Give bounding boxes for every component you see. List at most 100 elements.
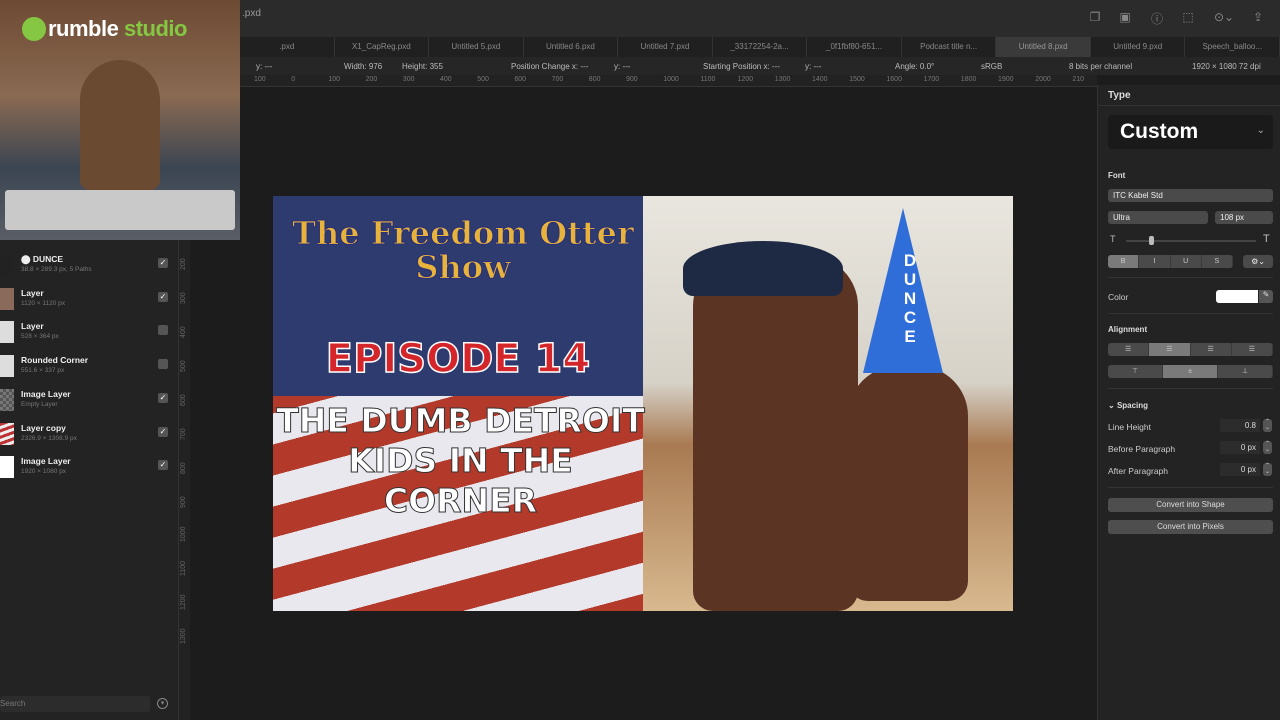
tab[interactable]: Untitled 9.pxd (1091, 37, 1186, 57)
eyedropper-icon[interactable]: ✎ (1259, 290, 1273, 303)
ruler-tick-label: 600 (180, 394, 187, 406)
info-icon[interactable]: ⓘ (1149, 10, 1165, 26)
ruler-tick-label: 1000 (663, 76, 679, 83)
tab[interactable]: .pxd (240, 37, 335, 57)
show-title: The Freedom Otter Show (292, 214, 635, 286)
tab[interactable]: Speech_balloo... (1185, 37, 1280, 57)
align-middle-icon[interactable]: ± (1163, 365, 1218, 378)
ruler-tick-label: 1100 (180, 560, 187, 576)
export-icon[interactable]: ▣ (1117, 10, 1133, 26)
before-paragraph-stepper[interactable]: ⌃ ⌄ (1263, 441, 1272, 454)
ruler-tick-label: 1100 (700, 76, 716, 83)
tab[interactable]: Untitled 7.pxd (618, 37, 713, 57)
tab[interactable]: X1_CapReg.pxd (335, 37, 430, 57)
tab[interactable]: _33172254-2a... (713, 37, 808, 57)
layer-dimensions: 38.8 × 289.3 px, 5 Paths (21, 266, 92, 273)
share-icon[interactable]: ⇪ (1250, 10, 1266, 26)
after-paragraph-input[interactable]: 0 px (1220, 463, 1260, 476)
ruler-tick-label: 1500 (849, 76, 865, 83)
before-paragraph-input[interactable]: 0 px (1220, 441, 1260, 454)
position-change-x: Position Change x: --- (511, 62, 589, 71)
size-slider-thumb[interactable] (1149, 236, 1154, 245)
canvas-image[interactable]: DUNCE The Freedom Otter Show EPISODE 14 … (273, 196, 1013, 611)
text-style-select[interactable]: Custom ⌄ (1108, 115, 1273, 149)
layers-panel: ⬤ DUNCE 38.8 × 289.3 px, 5 Paths ✓ Layer… (0, 240, 178, 720)
layer-row[interactable]: Layer copy 2326.9 × 1308.9 px ✓ (0, 419, 178, 453)
line-height-stepper[interactable]: ⌃ ⌄ (1263, 419, 1272, 432)
ruler-tick-label: 100 (254, 76, 266, 83)
tab[interactable]: _0f1fbf80-651... (807, 37, 902, 57)
layer-row[interactable]: Rounded Corner 551.6 × 337 px (0, 351, 178, 385)
font-family-select[interactable]: ITC Kabel Std (1108, 189, 1273, 202)
ruler-tick-label: 0 (291, 76, 296, 83)
line-height-input[interactable]: 0.8 (1220, 419, 1260, 432)
layer-dimensions: 2326.9 × 1308.9 px (21, 434, 77, 442)
after-paragraph-stepper[interactable]: ⌃ ⌄ (1263, 463, 1272, 476)
filter-icon[interactable]: ▾ (157, 698, 168, 709)
ruler-tick-label: 1200 (737, 76, 754, 83)
ruler-tick-label: 400 (440, 76, 452, 83)
layer-visibility-checkbox[interactable]: ✓ (158, 291, 168, 302)
headline-text[interactable]: THE DUMB DETROIT KIDS IN THE CORNER (273, 401, 648, 521)
layer-visibility-checkbox[interactable]: ✓ (158, 426, 168, 437)
underline-button[interactable]: U (1171, 255, 1202, 268)
position-change-y: y: --- (614, 62, 631, 71)
layer-visibility-checkbox[interactable] (158, 359, 168, 370)
align-right-icon[interactable]: ☰ (1191, 343, 1232, 356)
color-label: Color (1108, 292, 1129, 302)
italic-button[interactable]: I (1139, 255, 1171, 268)
otter-host-image (80, 60, 160, 190)
layer-visibility-checkbox[interactable] (158, 325, 168, 336)
ruler-tick-label: 1200 (180, 594, 187, 610)
layer-visibility-checkbox[interactable]: ✓ (158, 460, 168, 471)
align-bottom-icon[interactable]: ⊥ (1218, 365, 1273, 378)
layer-thumbnail (0, 287, 14, 310)
line-height-label: Line Height (1108, 422, 1152, 432)
tab[interactable]: Podcast title n... (902, 37, 997, 57)
layer-name: Image Layer (21, 388, 71, 399)
rotate-icon[interactable]: ⬚ (1180, 10, 1196, 26)
layer-row[interactable]: ⬤ DUNCE 38.8 × 289.3 px, 5 Paths ✓ (0, 250, 178, 284)
align-left-icon[interactable]: ☰ (1108, 343, 1150, 356)
duplicate-icon[interactable]: ❐ (1087, 10, 1103, 26)
strikethrough-button[interactable]: S (1202, 255, 1233, 268)
tab-active[interactable]: Untitled 8.pxd (996, 37, 1091, 57)
text-style-buttons: B I U S (1108, 255, 1233, 268)
ruler-tick-label: 600 (514, 76, 527, 83)
document-title: .pxd (242, 8, 261, 19)
size-slider[interactable] (1126, 240, 1256, 242)
layer-row[interactable]: Layer 528 × 364 px (0, 317, 178, 351)
align-top-icon[interactable]: ⊤ (1108, 365, 1163, 378)
text-options-gear-icon[interactable]: ⚙⌄ (1243, 255, 1273, 268)
ruler-tick-label: 1300 (180, 628, 187, 644)
layer-visibility-checkbox[interactable]: ✓ (158, 258, 168, 268)
tab[interactable]: Untitled 5.pxd (429, 37, 524, 57)
layer-row[interactable]: Image Layer Empty Layer ✓ (0, 385, 178, 419)
align-justify-icon[interactable]: ☰ (1232, 343, 1273, 356)
convert-into-pixels-button[interactable]: Convert into Pixels (1108, 520, 1273, 534)
layer-name: Image Layer (21, 456, 71, 467)
font-size-select[interactable]: 108 px (1215, 211, 1273, 224)
color-swatch[interactable] (1216, 290, 1258, 303)
layer-row[interactable]: Image Layer 1920 × 1080 px ✓ (0, 452, 178, 486)
layer-search-input[interactable]: Search (0, 696, 150, 712)
more-icon[interactable]: ⊙⌄ (1212, 10, 1236, 26)
ruler-tick-label: 2000 (1035, 76, 1051, 83)
spacing-label: Spacing (1116, 401, 1149, 410)
dunce-text: DUNCE (903, 251, 917, 346)
bold-button[interactable]: B (1108, 255, 1140, 268)
spacing-heading[interactable]: ⌄ Spacing (1108, 401, 1148, 410)
webcam-overlay: rumble studio (0, 0, 240, 240)
convert-into-shape-button[interactable]: Convert into Shape (1108, 498, 1273, 512)
small-otter (848, 366, 968, 601)
layer-visibility-checkbox[interactable]: ✓ (158, 392, 168, 403)
ruler-tick-label: 500 (180, 360, 187, 372)
small-text-icon: T (1110, 234, 1116, 244)
align-center-icon[interactable]: ☰ (1149, 343, 1191, 356)
layer-row[interactable]: Layer 1120 × 1120 px ✓ (0, 284, 178, 318)
tab[interactable]: Untitled 6.pxd (524, 37, 619, 57)
font-weight-select[interactable]: Ultra (1108, 211, 1208, 224)
colorspace: sRGB (981, 62, 1003, 71)
width-readout: Width: 976 (344, 62, 383, 71)
height-readout: Height: 355 (402, 62, 443, 71)
